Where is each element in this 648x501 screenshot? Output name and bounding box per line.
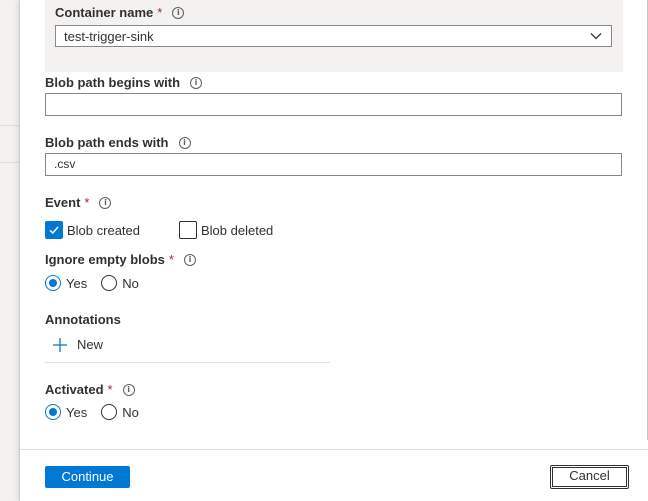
activated-radio-group: Yes No xyxy=(45,404,153,420)
continue-button[interactable]: Continue xyxy=(45,466,130,488)
required-marker: * xyxy=(84,195,90,210)
radio-yes[interactable] xyxy=(45,275,61,291)
blob-path-ends-label-text: Blob path ends with xyxy=(45,135,169,150)
blob-path-begins-label-text: Blob path begins with xyxy=(45,75,181,90)
background-divider xyxy=(0,162,20,163)
info-icon[interactable]: i xyxy=(190,76,203,89)
ignore-empty-radio-group: Yes No xyxy=(45,275,153,291)
activated-label: Activated * i xyxy=(45,382,135,397)
blob-path-begins-input[interactable] xyxy=(45,93,622,116)
checkbox-blob-created[interactable]: Blob created xyxy=(45,221,140,239)
checkbox-label: Blob deleted xyxy=(201,222,274,238)
event-label-text: Event xyxy=(45,195,81,210)
info-icon[interactable]: i xyxy=(122,383,135,396)
info-icon[interactable]: i xyxy=(183,253,196,266)
required-marker: * xyxy=(107,382,113,397)
radio-no[interactable] xyxy=(101,404,118,420)
container-name-label: Container name * i xyxy=(55,5,185,20)
radio-label: Yes xyxy=(66,275,88,291)
blob-path-begins-label: Blob path begins with i xyxy=(45,75,203,90)
cancel-button[interactable]: Cancel xyxy=(550,465,629,489)
background-blade xyxy=(0,0,20,501)
checkbox-box[interactable] xyxy=(45,221,63,239)
radio-label: No xyxy=(122,275,139,291)
new-annotation-label: New xyxy=(77,337,104,352)
radio-no[interactable] xyxy=(101,275,118,291)
radio-label: No xyxy=(122,404,139,420)
container-name-value: test-trigger-sink xyxy=(64,29,154,44)
event-label: Event * i xyxy=(45,195,112,210)
ignore-empty-blobs-label-text: Ignore empty blobs xyxy=(45,252,165,267)
background-divider xyxy=(0,125,20,126)
activated-label-text: Activated xyxy=(45,382,104,397)
info-icon[interactable]: i xyxy=(178,136,191,149)
radio-label: Yes xyxy=(66,404,88,420)
annotations-divider xyxy=(45,362,330,363)
blob-path-ends-value: .csv xyxy=(54,157,76,171)
ignore-empty-blobs-label: Ignore empty blobs * i xyxy=(45,252,196,267)
blob-path-ends-label: Blob path ends with i xyxy=(45,135,191,150)
new-annotation-button[interactable]: New xyxy=(53,337,103,352)
chevron-down-icon xyxy=(590,33,602,40)
checkbox-blob-deleted[interactable]: Blob deleted xyxy=(179,221,273,239)
container-name-label-text: Container name xyxy=(55,5,154,20)
checkmark-icon xyxy=(49,226,59,235)
container-name-dropdown[interactable]: test-trigger-sink xyxy=(55,25,612,47)
required-marker: * xyxy=(157,5,163,20)
plus-icon xyxy=(53,337,67,352)
trigger-panel: Container name * i test-trigger-sink Blo… xyxy=(20,0,648,501)
annotations-label-text: Annotations xyxy=(45,312,121,327)
footer-divider xyxy=(20,449,648,450)
radio-yes[interactable] xyxy=(45,404,61,420)
blob-path-ends-input[interactable]: .csv xyxy=(45,153,622,176)
checkbox-label: Blob created xyxy=(67,222,140,238)
checkbox-box[interactable] xyxy=(179,221,197,239)
annotations-label: Annotations xyxy=(45,312,121,327)
info-icon[interactable]: i xyxy=(172,6,185,19)
required-marker: * xyxy=(168,252,174,267)
info-icon[interactable]: i xyxy=(99,196,112,209)
